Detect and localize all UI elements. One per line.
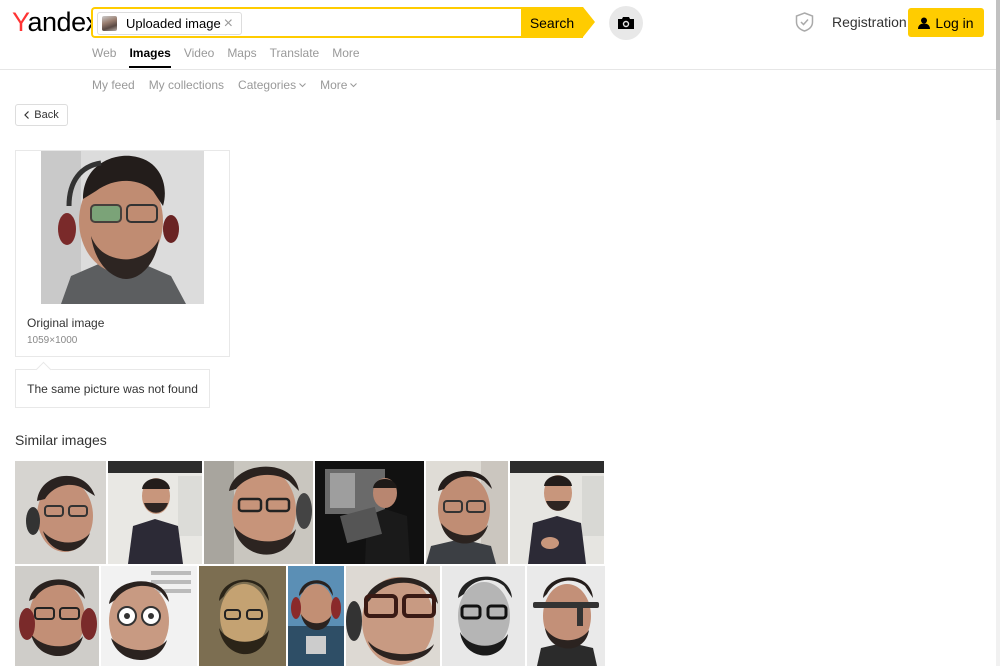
chevron-down-icon (350, 82, 358, 87)
uploaded-image-thumbnail (102, 16, 117, 31)
registration-link[interactable]: Registration (832, 14, 907, 30)
uploaded-image-label: Uploaded image (126, 16, 221, 31)
similar-images-row-2 (15, 566, 605, 666)
login-button[interactable]: Log in (908, 8, 984, 37)
camera-button[interactable] (609, 6, 643, 40)
original-image-card[interactable]: Original image 1059×1000 (15, 150, 230, 357)
subnav-more[interactable]: More (320, 78, 358, 92)
login-label: Log in (935, 14, 974, 31)
back-button[interactable]: Back (15, 104, 68, 126)
uploaded-image-chip[interactable]: Uploaded image × (97, 12, 242, 35)
tab-more[interactable]: More (332, 45, 359, 68)
tab-video[interactable]: Video (184, 45, 214, 68)
similar-image[interactable] (204, 461, 313, 564)
shield-icon[interactable] (795, 12, 814, 32)
similar-image[interactable] (108, 461, 202, 564)
user-icon (918, 17, 931, 29)
back-label: Back (34, 109, 59, 121)
close-icon[interactable]: × (224, 16, 233, 32)
similar-image[interactable] (315, 461, 424, 564)
similar-image[interactable] (346, 566, 440, 666)
similar-image[interactable] (15, 461, 106, 564)
similar-image[interactable] (527, 566, 605, 666)
yandex-logo[interactable]: Yandex (12, 6, 99, 38)
images-subnav: My feed My collections Categories More (92, 78, 371, 92)
header-divider (0, 69, 996, 70)
original-image-size: 1059×1000 (27, 335, 78, 346)
tab-web[interactable]: Web (92, 45, 116, 68)
similar-images-row-1 (15, 461, 604, 564)
camera-icon (618, 17, 634, 29)
similar-image[interactable] (426, 461, 508, 564)
similar-image[interactable] (442, 566, 525, 666)
similar-images-title: Similar images (15, 432, 107, 448)
chevron-down-icon (299, 82, 306, 87)
original-image[interactable] (41, 151, 204, 304)
similar-image[interactable] (510, 461, 604, 564)
scrollbar[interactable] (996, 0, 1000, 666)
not-found-message: The same picture was not found (15, 369, 210, 408)
tab-images[interactable]: Images (129, 45, 171, 68)
chevron-left-icon (24, 111, 30, 119)
service-tabs: Web Images Video Maps Translate More (92, 45, 373, 68)
similar-image[interactable] (101, 566, 197, 666)
original-image-label: Original image (27, 316, 105, 330)
search-button-arrow (583, 7, 595, 37)
tab-translate[interactable]: Translate (270, 45, 320, 68)
search-box[interactable]: Uploaded image × (91, 7, 523, 38)
search-button[interactable]: Search (521, 7, 583, 38)
subnav-my-collections[interactable]: My collections (149, 78, 224, 92)
subnav-categories[interactable]: Categories (238, 78, 306, 92)
subnav-my-feed[interactable]: My feed (92, 78, 135, 92)
scrollbar-thumb[interactable] (996, 0, 1000, 120)
tab-maps[interactable]: Maps (227, 45, 256, 68)
similar-image[interactable] (288, 566, 344, 666)
similar-image[interactable] (199, 566, 286, 666)
similar-image[interactable] (15, 566, 99, 666)
